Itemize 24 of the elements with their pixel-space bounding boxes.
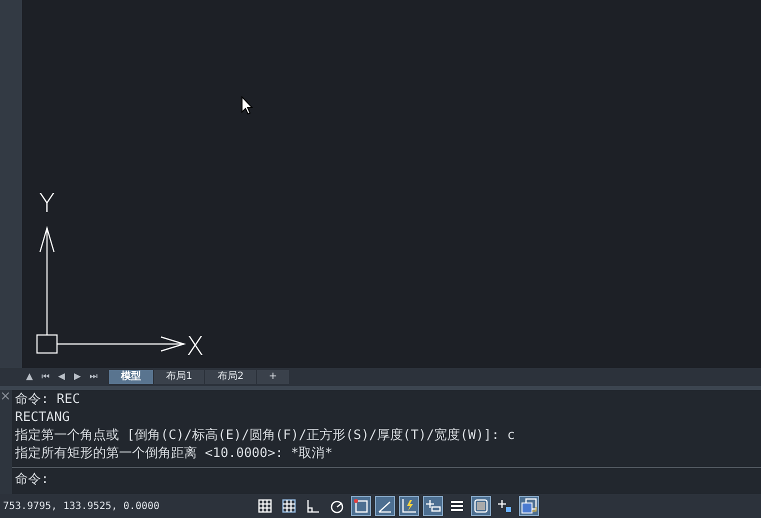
command-input[interactable]: 命令:: [12, 467, 761, 492]
coordinates-readout: 753.9795, 133.9525, 0.0000: [2, 500, 161, 514]
axis-label: Y: [39, 189, 55, 219]
command-history-line: 指定所有矩形的第一个倒角距离 <10.0000>: *取消*: [15, 445, 334, 463]
stack-icon[interactable]: [519, 496, 539, 516]
tab-nav-button[interactable]: ◀: [54, 369, 69, 385]
command-history-line: 指定第一个角点或 [倒角(C)/标高(E)/圆角(F)/正方形(S)/厚度(T)/宽度(W)]: c: [15, 427, 516, 445]
lightning-icon[interactable]: [399, 496, 419, 516]
tab-nav-button[interactable]: ⏭: [86, 369, 101, 385]
layout-tab[interactable]: 模型: [109, 370, 153, 384]
close-button[interactable]: ×: [0, 390, 10, 404]
command-history-line: RECTANG: [15, 409, 71, 427]
tab-nav-button[interactable]: ▶: [70, 369, 85, 385]
layout-tab[interactable]: +: [256, 370, 290, 384]
layout-tab[interactable]: 布局1: [154, 370, 204, 384]
tab-nav-button[interactable]: ⏮: [38, 369, 53, 385]
cursor-icon: [241, 96, 253, 115]
checker-icon[interactable]: [471, 496, 491, 516]
tab-nav-button[interactable]: ▲: [22, 369, 37, 385]
square-icon[interactable]: [351, 496, 371, 516]
command-history-line: 命令: REC: [15, 391, 82, 409]
angle-icon[interactable]: [375, 496, 395, 516]
axis-label: X: [186, 332, 204, 360]
layout-tab[interactable]: 布局2: [205, 370, 256, 384]
